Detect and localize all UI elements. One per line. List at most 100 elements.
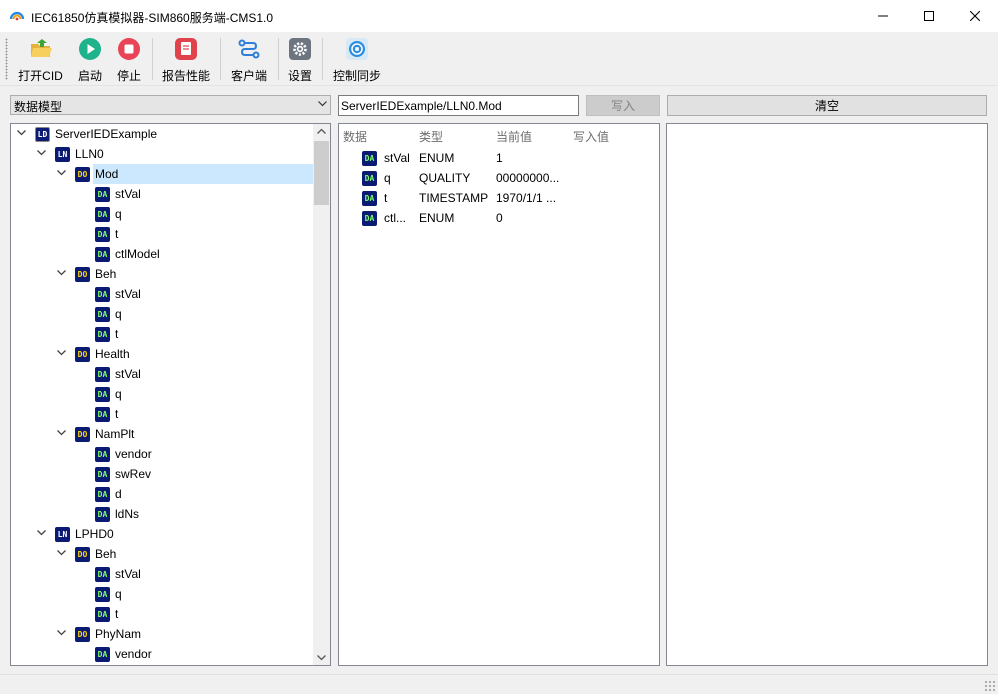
da-node-icon: DA xyxy=(95,467,110,482)
tree-node[interactable]: DA ctlModel xyxy=(11,244,314,264)
tree-node[interactable]: DA stVal xyxy=(11,364,314,384)
list-cell-value: 0 xyxy=(496,211,503,225)
title-bar: IEC61850仿真模拟器-SIM860服务端-CMS1.0 xyxy=(0,0,998,32)
do-node-icon: DO xyxy=(75,347,90,362)
folder-open-icon xyxy=(30,39,52,57)
expand-chevron-icon[interactable] xyxy=(57,430,66,436)
list-item[interactable]: DA ctl... ENUM 0 xyxy=(339,208,659,228)
tree-node[interactable]: DA stVal xyxy=(11,184,314,204)
model-tree[interactable]: LD ServerIEDExample LN LLN0 DO Mod DA stVal DA q D… xyxy=(10,123,331,666)
expand-chevron-icon[interactable] xyxy=(17,130,26,136)
tree-node[interactable]: LD ServerIEDExample xyxy=(11,124,314,144)
tree-node[interactable]: DO Beh xyxy=(11,544,314,564)
settings-button[interactable]: 设置 xyxy=(286,34,314,84)
start-label: 启动 xyxy=(77,69,102,83)
expand-chevron-icon[interactable] xyxy=(57,550,66,556)
tree-node[interactable]: DA d xyxy=(11,484,314,504)
tree-node[interactable]: DA vendor xyxy=(11,644,314,664)
tree-node-label: q xyxy=(115,207,122,221)
tree-node-label: swRev xyxy=(115,467,152,481)
control-sync-label: 控制同步 xyxy=(332,69,381,83)
log-pane[interactable] xyxy=(666,123,988,666)
column-header-data[interactable]: 数据 xyxy=(343,128,367,145)
do-node-icon: DO xyxy=(75,167,90,182)
da-node-icon: DA xyxy=(362,191,377,206)
tree-node[interactable]: DO NamPlt xyxy=(11,424,314,444)
column-header-write-value[interactable]: 写入值 xyxy=(573,128,609,145)
tree-node[interactable]: DA vendor xyxy=(11,444,314,464)
resize-grip[interactable] xyxy=(984,680,996,692)
tree-node-label: Mod xyxy=(93,164,314,184)
window-title: IEC61850仿真模拟器-SIM860服务端-CMS1.0 xyxy=(31,11,274,25)
tree-node[interactable]: LN LLN0 xyxy=(11,144,314,164)
control-sync-button[interactable]: 控制同步 xyxy=(330,34,384,84)
path-input[interactable] xyxy=(338,95,579,116)
tree-node[interactable]: DA t xyxy=(11,404,314,424)
client-label: 客户端 xyxy=(230,69,267,83)
client-button[interactable]: 客户端 xyxy=(228,34,270,84)
tree-node[interactable]: DA q xyxy=(11,584,314,604)
gear-icon xyxy=(289,38,311,60)
column-header-current-value[interactable]: 当前值 xyxy=(496,128,532,145)
open-cid-label: 打开CID xyxy=(18,69,63,83)
da-node-icon: DA xyxy=(95,227,110,242)
tree-node[interactable]: DO Health xyxy=(11,344,314,364)
stop-button[interactable]: 停止 xyxy=(113,34,145,84)
tree-node[interactable]: DA t xyxy=(11,224,314,244)
tree-node-label: Health xyxy=(95,347,130,361)
report-icon xyxy=(175,38,197,60)
data-list[interactable]: 数据 类型 当前值 写入值 DA stVal ENUM 1 DA q QUALITY 0000… xyxy=(338,123,660,666)
tree-node[interactable]: DA q xyxy=(11,304,314,324)
open-cid-button[interactable]: 打开CID xyxy=(14,34,67,84)
expand-chevron-icon[interactable] xyxy=(37,150,46,156)
list-cell-dtype: ENUM xyxy=(419,211,455,225)
scroll-down-icon[interactable] xyxy=(317,655,326,661)
maximize-button[interactable] xyxy=(906,0,952,32)
tree-node-label: ldNs xyxy=(115,507,140,521)
column-header-type[interactable]: 类型 xyxy=(419,128,443,145)
da-node-icon: DA xyxy=(95,307,110,322)
model-select[interactable]: 数据模型 xyxy=(10,95,331,115)
da-node-icon: DA xyxy=(95,507,110,522)
close-button[interactable] xyxy=(952,0,998,32)
list-item[interactable]: DA t TIMESTAMP 1970/1/1 ... xyxy=(339,188,659,208)
tree-node[interactable]: DA stVal xyxy=(11,284,314,304)
expand-chevron-icon[interactable] xyxy=(57,270,66,276)
write-button[interactable]: 写入 xyxy=(586,95,660,116)
tree-node[interactable]: DA q xyxy=(11,204,314,224)
scroll-thumb[interactable] xyxy=(314,141,329,205)
da-node-icon: DA xyxy=(95,187,110,202)
minimize-button[interactable] xyxy=(860,0,906,32)
client-icon xyxy=(238,39,260,59)
tree-node-label: stVal xyxy=(115,187,141,201)
clear-button[interactable]: 清空 xyxy=(667,95,987,116)
list-item[interactable]: DA q QUALITY 00000000... xyxy=(339,168,659,188)
tree-node[interactable]: DA t xyxy=(11,324,314,344)
tree-node[interactable]: DO Mod xyxy=(11,164,314,184)
da-node-icon: DA xyxy=(95,407,110,422)
toolbar-grip[interactable] xyxy=(5,38,8,80)
minimize-icon xyxy=(878,15,888,17)
expand-chevron-icon[interactable] xyxy=(57,170,66,176)
tree-node[interactable]: DO Beh xyxy=(11,264,314,284)
report-performance-button[interactable]: 报告性能 xyxy=(160,34,212,84)
tree-node[interactable]: DA q xyxy=(11,384,314,404)
expand-chevron-icon[interactable] xyxy=(57,630,66,636)
status-bar xyxy=(0,674,998,694)
tree-scrollbar[interactable] xyxy=(313,124,330,665)
scroll-up-icon[interactable] xyxy=(317,128,326,134)
expand-chevron-icon[interactable] xyxy=(57,350,66,356)
tree-node[interactable]: LN LPHD0 xyxy=(11,524,314,544)
tree-node[interactable]: DA swRev xyxy=(11,464,314,484)
tree-node[interactable]: DA ldNs xyxy=(11,504,314,524)
tree-node-label: t xyxy=(115,407,119,421)
tree-node[interactable]: DA stVal xyxy=(11,564,314,584)
tree-node[interactable]: DA t xyxy=(11,604,314,624)
expand-chevron-icon[interactable] xyxy=(37,530,46,536)
list-item[interactable]: DA stVal ENUM 1 xyxy=(339,148,659,168)
start-button[interactable]: 启动 xyxy=(74,34,106,84)
tree-node[interactable]: DO PhyNam xyxy=(11,624,314,644)
tree-node-label: LPHD0 xyxy=(75,527,114,541)
da-node-icon: DA xyxy=(95,487,110,502)
tree-node-label: q xyxy=(115,587,122,601)
